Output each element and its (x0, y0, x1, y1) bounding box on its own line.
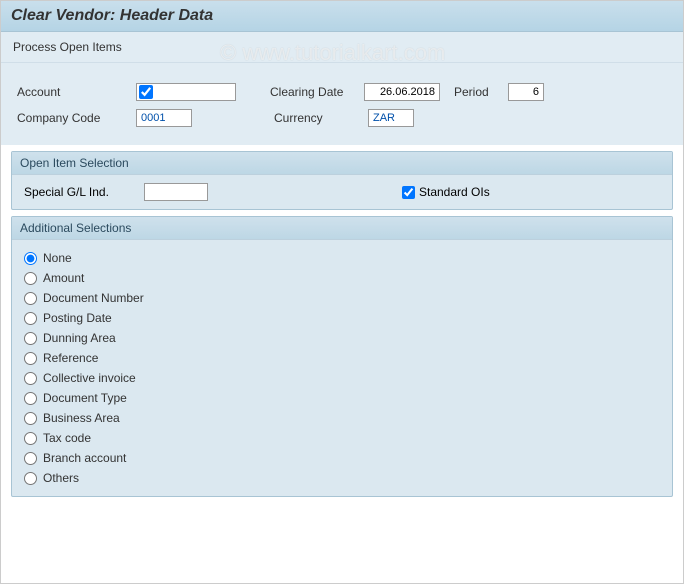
additional-selection-label: Document Number (43, 291, 144, 305)
additional-selection-label: Business Area (43, 411, 120, 425)
company-code-field[interactable] (136, 109, 192, 127)
currency-label: Currency (274, 111, 364, 125)
account-field-wrapper[interactable] (136, 83, 236, 101)
additional-selection-radio[interactable] (24, 252, 37, 265)
additional-selection-label: Others (43, 471, 79, 485)
standard-ois-checkbox[interactable] (402, 186, 415, 199)
page-title: Clear Vendor: Header Data (11, 7, 673, 25)
additional-selection-radio[interactable] (24, 432, 37, 445)
title-bar: Clear Vendor: Header Data (1, 1, 683, 32)
additional-selection-radio[interactable] (24, 272, 37, 285)
additional-selection-radio[interactable] (24, 412, 37, 425)
toolbar: Process Open Items (1, 32, 683, 63)
radio-row[interactable]: Document Number (24, 288, 660, 308)
radio-row[interactable]: Collective invoice (24, 368, 660, 388)
additional-selection-radio[interactable] (24, 392, 37, 405)
clearing-date-label: Clearing Date (270, 85, 360, 99)
account-required-checkbox[interactable] (139, 85, 153, 99)
additional-selection-label: Tax code (43, 431, 91, 445)
period-field[interactable] (508, 83, 544, 101)
additional-selection-label: None (43, 251, 72, 265)
additional-selection-label: Collective invoice (43, 371, 136, 385)
radio-row[interactable]: Dunning Area (24, 328, 660, 348)
header-form: Account Clearing Date Period Company Cod… (1, 63, 683, 145)
additional-selection-radio[interactable] (24, 312, 37, 325)
additional-selection-label: Branch account (43, 451, 126, 465)
radio-row[interactable]: Tax code (24, 428, 660, 448)
additional-selection-label: Dunning Area (43, 331, 116, 345)
additional-selection-label: Posting Date (43, 311, 112, 325)
process-open-items-button[interactable]: Process Open Items (13, 40, 122, 54)
additional-selection-label: Amount (43, 271, 84, 285)
radio-row[interactable]: Branch account (24, 448, 660, 468)
additional-selection-radio[interactable] (24, 472, 37, 485)
additional-selection-radio[interactable] (24, 332, 37, 345)
additional-selections-group: Additional Selections None Amount Document… (11, 216, 673, 497)
open-item-selection-group: Open Item Selection Special G/L Ind. Sta… (11, 151, 673, 210)
account-label: Account (17, 85, 132, 99)
standard-ois-wrapper[interactable]: Standard OIs (402, 185, 490, 199)
additional-selection-radio[interactable] (24, 452, 37, 465)
radio-row[interactable]: Document Type (24, 388, 660, 408)
standard-ois-label: Standard OIs (419, 185, 490, 199)
radio-row[interactable]: Others (24, 468, 660, 488)
additional-selection-radio[interactable] (24, 292, 37, 305)
special-gl-label: Special G/L Ind. (24, 185, 144, 199)
period-label: Period (454, 85, 504, 99)
radio-row[interactable]: Posting Date (24, 308, 660, 328)
open-item-selection-legend: Open Item Selection (12, 152, 672, 175)
additional-selections-legend: Additional Selections (12, 217, 672, 240)
additional-selection-radio[interactable] (24, 372, 37, 385)
radio-row[interactable]: Amount (24, 268, 660, 288)
radio-row[interactable]: Reference (24, 348, 660, 368)
radio-row[interactable]: Business Area (24, 408, 660, 428)
additional-selection-radio[interactable] (24, 352, 37, 365)
additional-selection-label: Document Type (43, 391, 127, 405)
radio-row[interactable]: None (24, 248, 660, 268)
special-gl-field[interactable] (144, 183, 208, 201)
clearing-date-field[interactable] (364, 83, 440, 101)
additional-selection-label: Reference (43, 351, 98, 365)
company-code-label: Company Code (17, 111, 132, 125)
currency-field[interactable] (368, 109, 414, 127)
